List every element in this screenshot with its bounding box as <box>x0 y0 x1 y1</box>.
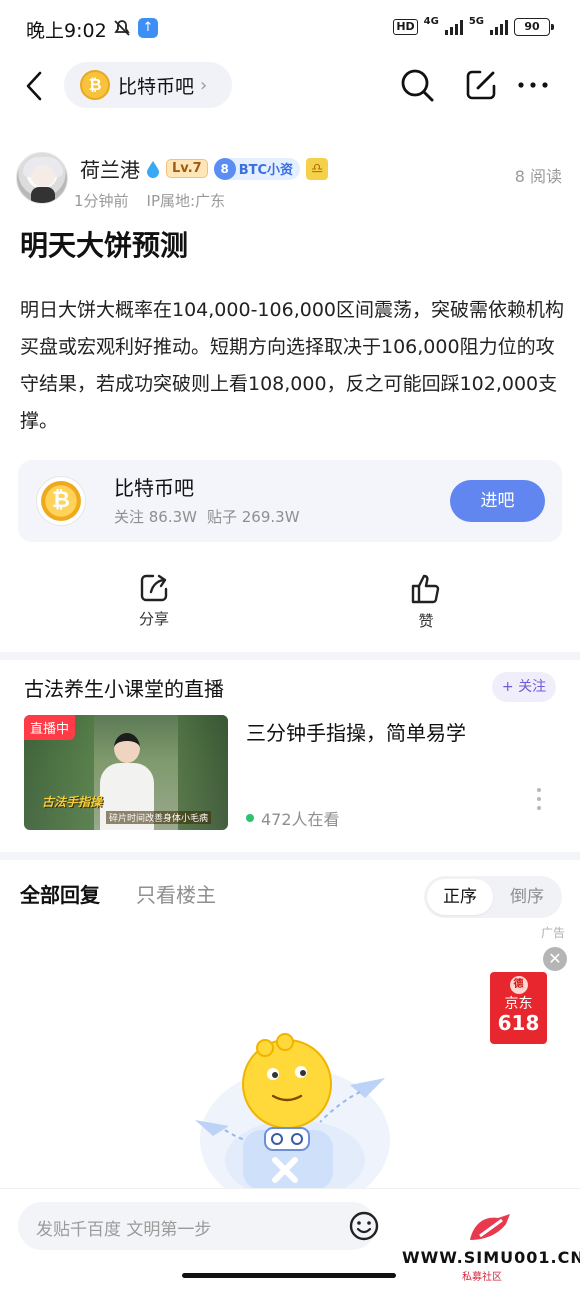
reply-input-placeholder: 发贴千百度 文明第一步 <box>36 1220 212 1240</box>
tab-op-only[interactable]: 只看楼主 <box>136 879 216 908</box>
mute-bell-icon <box>112 18 132 42</box>
water-drop-icon <box>147 160 159 178</box>
edit-icon <box>466 70 496 100</box>
bitcoin-logo-icon: ₿ <box>36 476 86 526</box>
forum-card[interactable]: ₿ 比特币吧 关注 86.3W 贴子 269.3W 进吧 <box>18 460 562 542</box>
edit-button[interactable] <box>464 68 498 106</box>
fan-badge: 8 BTC小资 <box>213 157 301 180</box>
chevron-right-icon: › <box>200 74 208 96</box>
ad-banner[interactable]: 德 京东 618 <box>490 972 547 1044</box>
watermark-logo-icon <box>470 1214 510 1240</box>
app-notification-icon: ↑ <box>138 18 158 38</box>
author-name[interactable]: 荷兰港 <box>80 154 140 183</box>
post-title: 明天大饼预测 <box>20 229 189 262</box>
live-badge: 直播中 <box>24 715 76 740</box>
network-label-4g: 4G <box>423 15 439 27</box>
status-time: 晚上9:02 <box>26 20 107 42</box>
live-description[interactable]: 三分钟手指操，简单易学 <box>246 717 466 746</box>
battery-icon: 90 <box>514 18 554 36</box>
sort-descending-button[interactable]: 倒序 <box>494 879 560 915</box>
forum-pill[interactable]: ₿ 比特币吧 › <box>64 62 232 108</box>
sort-ascending-button[interactable]: 正序 <box>427 879 493 915</box>
ad-brand: 京东 <box>504 996 533 1012</box>
viewer-count: 472人在看 <box>246 806 340 830</box>
ad-label: 广告 <box>541 926 566 940</box>
read-count: 8 阅读 <box>514 167 562 186</box>
reply-input[interactable]: 发贴千百度 文明第一步 <box>18 1202 379 1250</box>
forum-followers: 关注 86.3W <box>114 508 197 526</box>
fan-badge-label: BTC小资 <box>238 163 294 178</box>
home-indicator[interactable] <box>182 1273 396 1278</box>
share-icon <box>140 574 168 602</box>
viewer-count-text: 472人在看 <box>261 810 340 829</box>
bitcoin-icon: ₿ <box>80 70 110 100</box>
section-divider <box>0 652 580 660</box>
post-meta: 1分钟前 IP属地:广东 <box>74 190 225 211</box>
forum-pill-name: 比特币吧 <box>118 75 195 98</box>
share-button[interactable]: 分享 <box>124 572 184 629</box>
online-dot-icon <box>246 814 254 822</box>
chevron-left-icon <box>26 71 42 101</box>
more-button[interactable] <box>516 70 550 104</box>
ad-close-icon[interactable]: ✕ <box>543 947 567 971</box>
live-section-title[interactable]: 古法养生小课堂的直播 <box>24 673 224 702</box>
forum-card-name: 比特币吧 <box>114 476 194 500</box>
status-indicators: HD 4G 5G 90 <box>393 15 554 36</box>
thumbs-up-icon <box>411 574 440 604</box>
forum-posts: 贴子 269.3W <box>207 508 300 526</box>
like-label: 赞 <box>418 612 434 630</box>
thumbnail-subcaption: 碎片时间改善身体小毛病 <box>106 811 212 824</box>
watermark-url: WWW.SIMU001.CN <box>402 1248 580 1267</box>
forum-card-stats: 关注 86.3W 贴子 269.3W <box>114 506 300 527</box>
tab-all-replies[interactable]: 全部回复 <box>20 879 100 908</box>
ad-number: 618 <box>497 1011 540 1035</box>
sort-toggle: 正序 倒序 <box>424 876 562 918</box>
live-thumbnail[interactable]: 直播中 古法手指操 碎片时间改善身体小毛病 <box>24 715 228 830</box>
back-button[interactable] <box>22 68 52 104</box>
libra-icon: ♎ <box>306 157 329 180</box>
level-badge: Lv.7 <box>166 159 208 178</box>
post-body: 明日大饼大概率在104,000-106,000区间震荡，突破需依赖机构买盘或宏观… <box>20 299 564 432</box>
search-button[interactable] <box>398 66 436 108</box>
watermark: WWW.SIMU001.CN 私募社区 <box>402 1210 580 1283</box>
fan-badge-number: 8 <box>213 157 236 180</box>
section-divider-2 <box>0 852 580 860</box>
avatar[interactable] <box>16 152 68 204</box>
follow-button[interactable]: + 关注 <box>492 672 556 702</box>
hd-icon: HD <box>393 19 418 35</box>
thumbnail-caption: 古法手指操 <box>42 795 103 809</box>
watermark-subtitle: 私募社区 <box>462 1272 502 1283</box>
vertical-more-icon[interactable] <box>536 788 542 814</box>
empty-replies-illustration <box>195 1033 390 1190</box>
ad-seal: 德 <box>509 976 528 994</box>
signal-icon-2 <box>490 19 508 35</box>
status-bar: 晚上9:02 ↑ HD 4G 5G 90 <box>0 0 580 58</box>
like-button[interactable]: 赞 <box>396 572 456 631</box>
ip-location: IP属地:广东 <box>146 192 226 210</box>
emoji-icon[interactable] <box>348 1210 380 1242</box>
signal-icon <box>444 19 463 35</box>
author-row: 荷兰港 Lv.7 8 BTC小资 ♎ <box>80 154 329 183</box>
search-icon <box>401 69 434 102</box>
post-time: 1分钟前 <box>74 192 129 210</box>
more-icon <box>518 82 548 88</box>
share-label: 分享 <box>138 610 169 628</box>
enter-forum-button[interactable]: 进吧 <box>450 480 545 522</box>
network-label-5g: 5G <box>468 15 484 27</box>
